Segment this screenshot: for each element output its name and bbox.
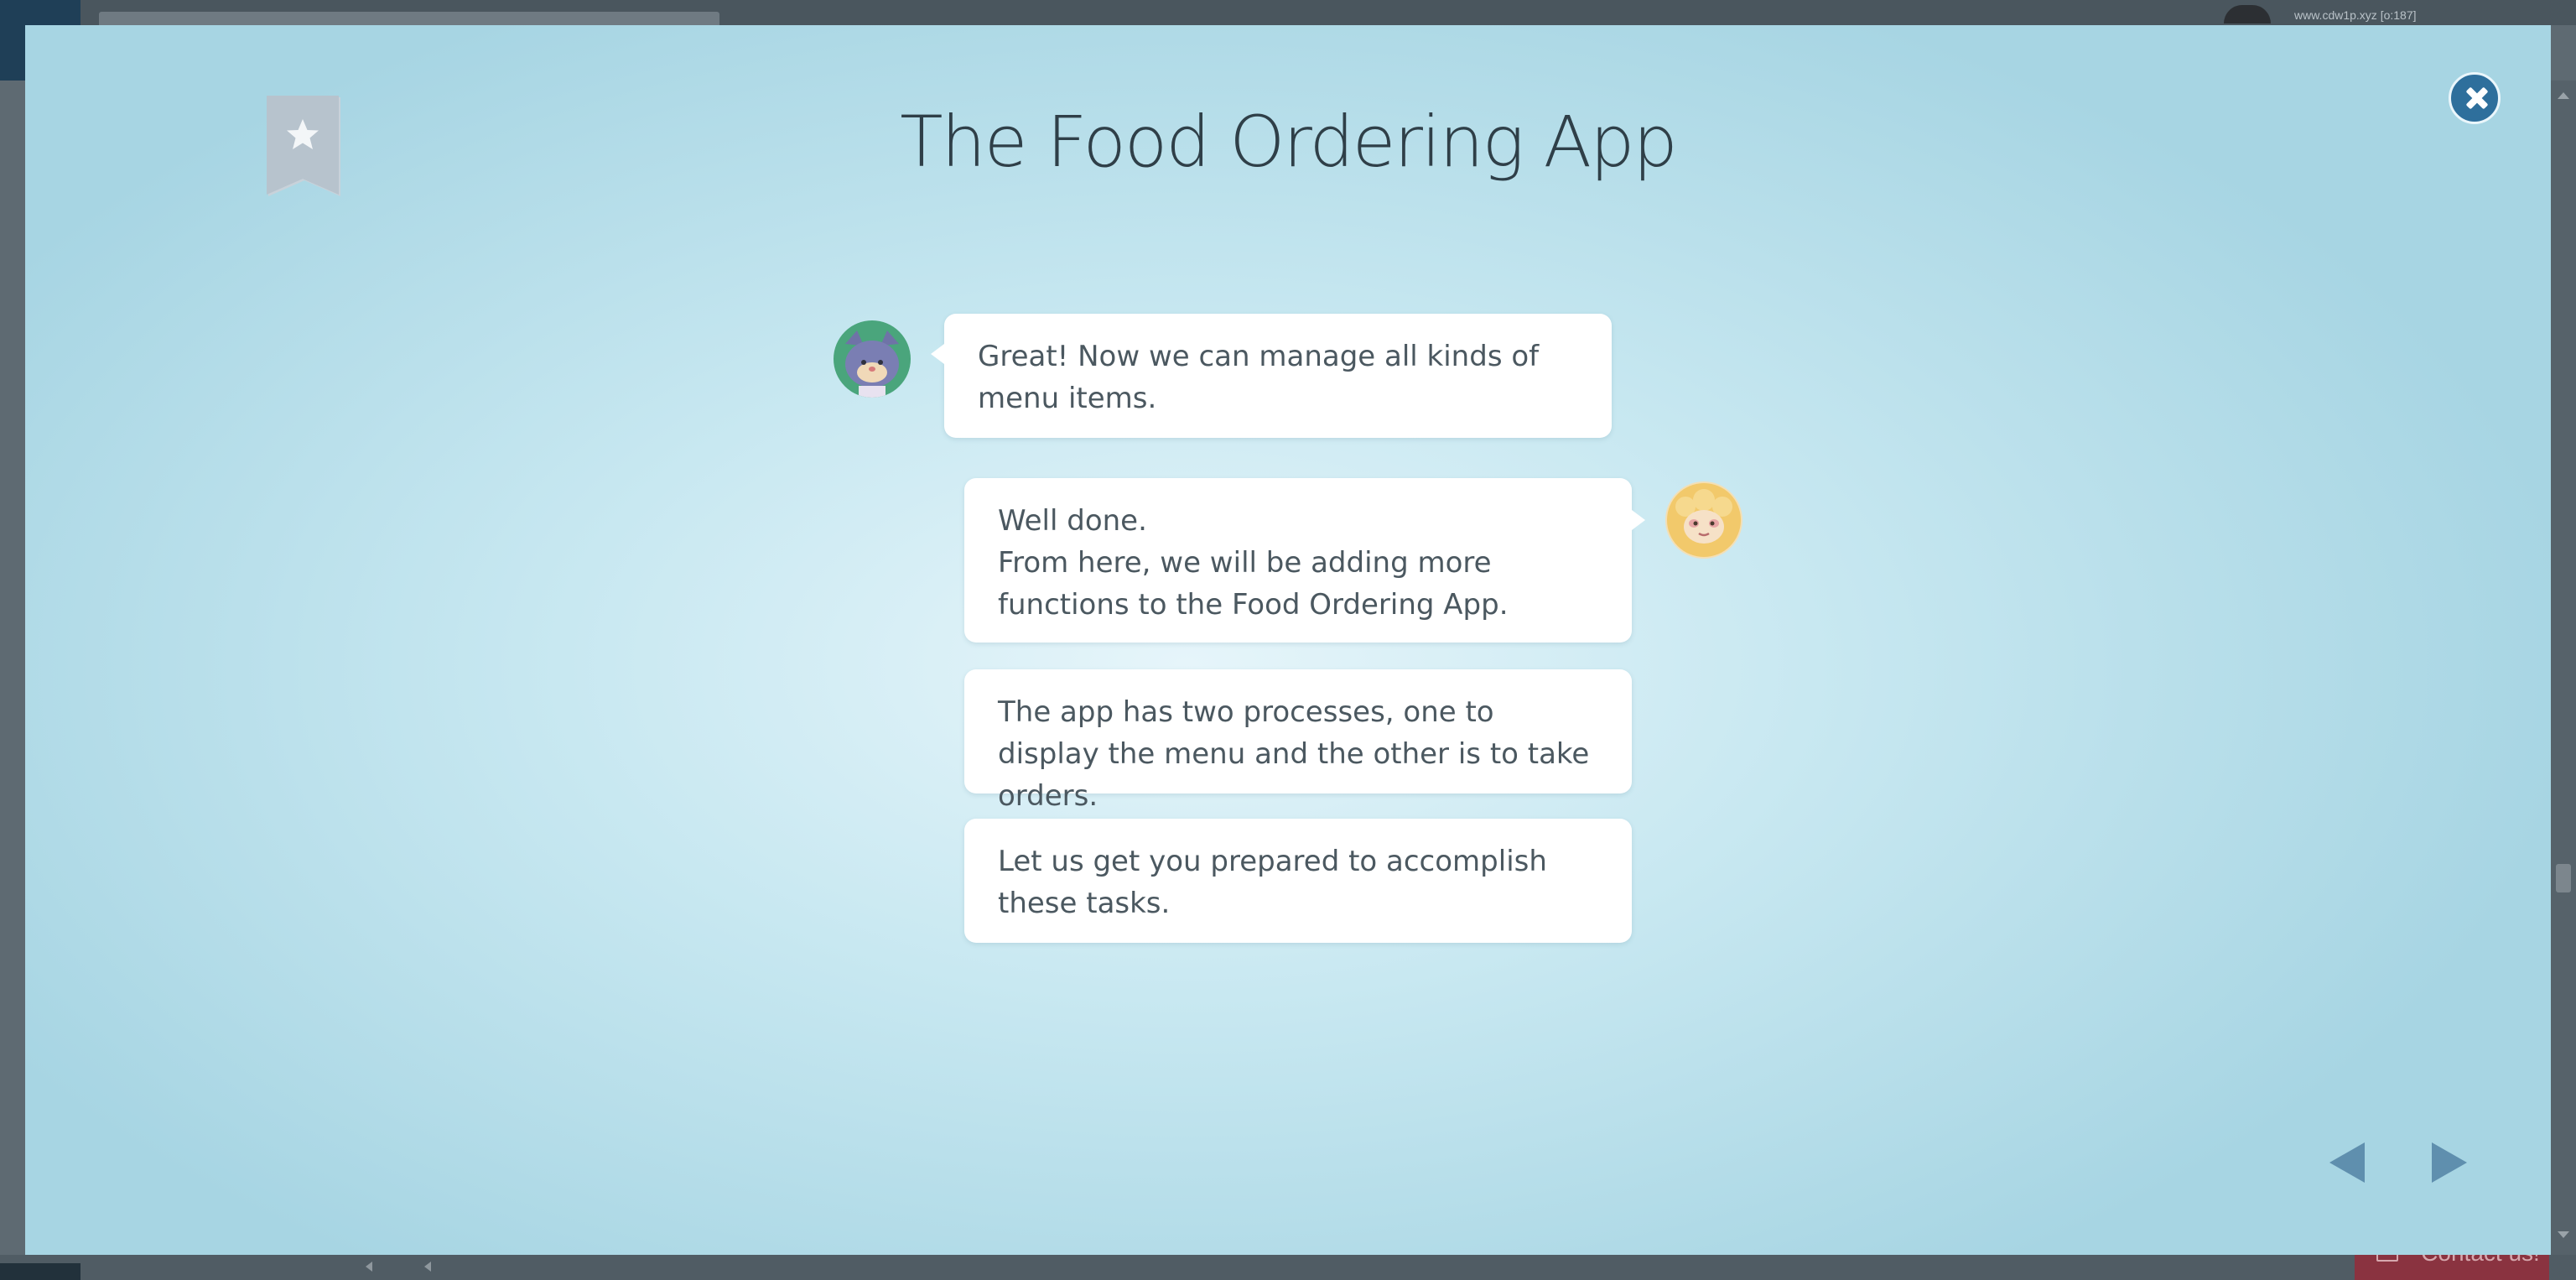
cat-avatar: [834, 320, 911, 398]
message-text: Great! Now we can manage all kinds of me…: [978, 340, 1540, 415]
message-text: Well done.: [998, 504, 1147, 538]
triangle-left-icon[interactable]: [2328, 1141, 2366, 1184]
chat-bubble-sheep: The app has two processes, one to displa…: [964, 669, 1632, 813]
chat-bubble-cat: Great! Now we can manage all kinds of me…: [931, 314, 1612, 438]
background-user-label: www.cdw1p.xyz [o:187]: [2294, 8, 2417, 22]
message-text: From here, we will be adding more functi…: [998, 546, 1509, 622]
message-text: Let us get you prepared to accomplish th…: [998, 845, 1547, 920]
sheep-avatar: [1665, 481, 1742, 559]
scroll-left-icon[interactable]: [424, 1262, 431, 1272]
background-bottom-left-panel: [0, 1263, 80, 1280]
background-scrollbar-thumb[interactable]: [2556, 864, 2571, 892]
background-bottom-bar: [0, 1255, 2576, 1280]
lesson-dialog: The Food Ordering App Great! Now we can …: [25, 25, 2551, 1255]
scroll-up-icon[interactable]: [2558, 92, 2569, 99]
chat-bubble-sheep: Well done. From here, we will be adding …: [964, 478, 1645, 643]
chat-bubble-sheep: Let us get you prepared to accomplish th…: [964, 819, 1632, 943]
dialog-title: The Food Ordering App: [900, 101, 1678, 183]
scroll-left-icon[interactable]: [366, 1262, 372, 1272]
triangle-right-icon[interactable]: [2430, 1141, 2469, 1184]
message-text: The app has two processes, one to displa…: [998, 695, 1590, 813]
close-icon[interactable]: [2449, 72, 2501, 124]
scroll-down-icon[interactable]: [2558, 1231, 2569, 1238]
background-vertical-scrollbar[interactable]: [2551, 81, 2576, 1255]
